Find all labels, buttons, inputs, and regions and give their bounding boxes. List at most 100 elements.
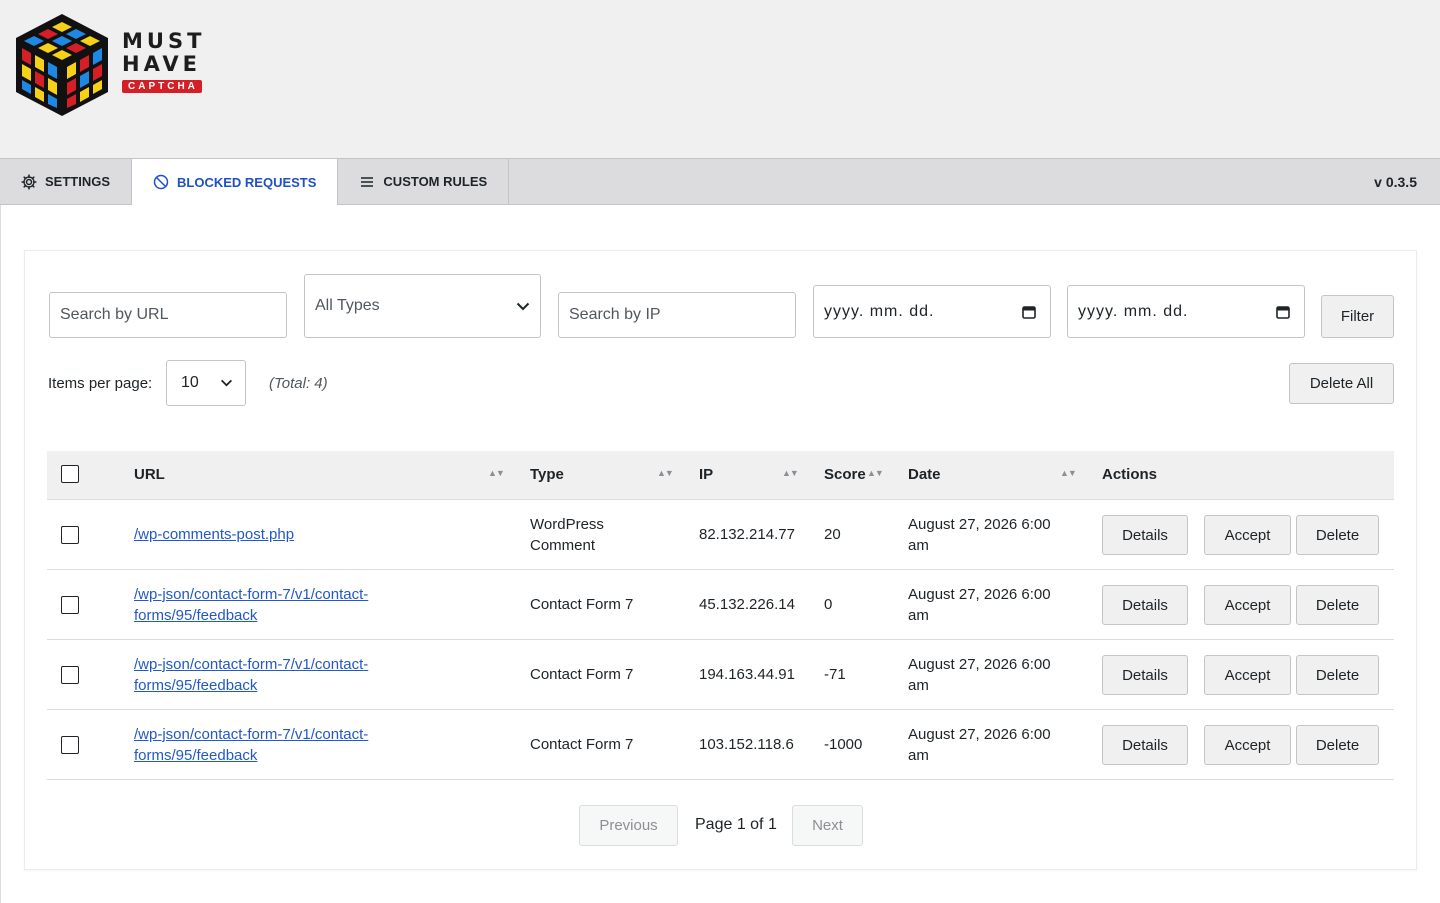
delete-all-button[interactable]: Delete All: [1289, 363, 1394, 404]
sort-icon[interactable]: ▲▼: [488, 468, 505, 478]
url-link[interactable]: /wp-json/contact-form-7/v1/contact- form…: [134, 726, 368, 764]
date-line: August 27, 2026 6:00: [908, 586, 1051, 603]
sort-icon[interactable]: ▲▼: [657, 468, 674, 478]
items-per-page-value: 10: [181, 374, 199, 391]
column-header-date[interactable]: Date: [908, 466, 941, 483]
delete-button[interactable]: Delete: [1296, 725, 1379, 765]
url-line: /wp-json/contact-form-7/v1/contact-: [134, 656, 369, 673]
row-checkbox[interactable]: [61, 596, 79, 614]
row-checkbox[interactable]: [61, 736, 79, 754]
chevron-down-icon: [220, 379, 233, 387]
type-cell: Contact Form 7: [530, 736, 634, 753]
type-cell: Contact Form 7: [530, 666, 634, 683]
type-cell: WordPress Comment: [530, 514, 604, 556]
row-checkbox[interactable]: [61, 666, 79, 684]
type-cell: Contact Form 7: [530, 596, 634, 613]
date-to-input[interactable]: yyyy. mm. dd.: [1067, 285, 1305, 338]
gear-icon: [21, 173, 37, 190]
details-button[interactable]: Details: [1102, 585, 1188, 625]
type-select-value: All Types: [315, 297, 380, 314]
details-button[interactable]: Details: [1102, 515, 1188, 555]
row-checkbox[interactable]: [61, 526, 79, 544]
logo-badge: CAPTCHA: [122, 80, 202, 93]
url-link[interactable]: /wp-json/contact-form-7/v1/contact- form…: [134, 586, 368, 624]
calendar-icon[interactable]: [1276, 305, 1290, 319]
version-label: v 0.3.5: [1374, 174, 1417, 190]
table-row: /wp-json/contact-form-7/v1/contact- form…: [47, 570, 1394, 640]
type-line: WordPress: [530, 516, 604, 533]
date-line: August 27, 2026 6:00: [908, 726, 1051, 743]
calendar-icon[interactable]: [1022, 305, 1036, 319]
items-per-page-label: Items per page:: [48, 375, 153, 392]
column-header-score[interactable]: Score: [824, 466, 866, 483]
tab-blocked-requests[interactable]: Blocked Requests: [132, 159, 339, 205]
tab-blocked-requests-label: Blocked Requests: [177, 174, 317, 190]
url-link[interactable]: /wp-comments-post.php: [134, 526, 294, 543]
accept-button[interactable]: Accept: [1204, 515, 1291, 555]
page-indicator: Page 1 of 1: [695, 816, 777, 833]
score-cell: 20: [824, 526, 841, 543]
tab-settings-label: Settings: [45, 174, 111, 189]
ip-cell: 82.132.214.77: [699, 526, 795, 543]
url-line: forms/95/feedback: [134, 607, 258, 624]
details-button[interactable]: Details: [1102, 725, 1188, 765]
url-cell: /wp-json/contact-form-7/v1/contact- form…: [134, 724, 368, 766]
details-button[interactable]: Details: [1102, 655, 1188, 695]
search-url-input[interactable]: Search by URL: [49, 292, 287, 338]
date-cell: August 27, 2026 6:00 am: [908, 654, 1051, 696]
column-header-type[interactable]: Type: [530, 466, 564, 483]
logo: MUST HAVE CAPTCHA: [14, 12, 205, 118]
column-header-ip[interactable]: IP: [699, 466, 713, 483]
score-cell: 0: [824, 596, 833, 613]
delete-button[interactable]: Delete: [1296, 515, 1379, 555]
url-link[interactable]: /wp-json/contact-form-7/v1/contact- form…: [134, 656, 368, 694]
score-cell: -71: [824, 666, 846, 683]
tab-custom-rules[interactable]: Custom Rules: [338, 159, 510, 204]
search-ip-input[interactable]: Search by IP: [558, 292, 796, 338]
cube-logo-icon: [16, 14, 108, 116]
type-select[interactable]: All Types: [304, 274, 541, 338]
header: MUST HAVE CAPTCHA: [0, 0, 1440, 158]
date-line: am: [908, 607, 929, 624]
table-row: /wp-json/contact-form-7/v1/contact- form…: [47, 640, 1394, 710]
column-header-url[interactable]: URL: [134, 466, 165, 483]
sort-icon[interactable]: ▲▼: [782, 468, 799, 478]
score-cell: -1000: [824, 736, 863, 753]
column-header-actions: Actions: [1102, 466, 1158, 483]
tab-settings[interactable]: Settings: [0, 159, 133, 204]
ip-cell: 103.152.118.6: [699, 736, 794, 753]
date-line: am: [908, 747, 929, 764]
date-cell: August 27, 2026 6:00 am: [908, 724, 1051, 766]
delete-button[interactable]: Delete: [1296, 585, 1379, 625]
url-cell: /wp-json/contact-form-7/v1/contact- form…: [134, 654, 368, 696]
search-ip-placeholder: Search by IP: [569, 306, 661, 323]
sort-icon[interactable]: ▲▼: [1060, 468, 1077, 478]
table-row: /wp-comments-post.php WordPress Comment …: [47, 500, 1394, 570]
date-from-input[interactable]: yyyy. mm. dd.: [813, 285, 1051, 338]
previous-page-button[interactable]: Previous: [579, 805, 678, 846]
sort-icon[interactable]: ▲▼: [867, 468, 884, 478]
ip-cell: 45.132.226.14: [699, 596, 795, 613]
logo-text: MUST HAVE CAPTCHA: [122, 30, 205, 94]
accept-button[interactable]: Accept: [1204, 585, 1291, 625]
accept-button[interactable]: Accept: [1204, 725, 1291, 765]
total-count: (Total: 4): [269, 375, 328, 392]
url-cell: /wp-json/contact-form-7/v1/contact- form…: [134, 584, 368, 626]
chevron-down-icon: [516, 302, 530, 310]
main-content: Search by URL All Types Search by IP yyy…: [0, 205, 1440, 903]
next-page-button[interactable]: Next: [792, 805, 863, 846]
items-per-page-select[interactable]: 10: [166, 360, 246, 406]
date-line: August 27, 2026 6:00: [908, 656, 1051, 673]
filter-button[interactable]: Filter: [1321, 295, 1394, 338]
type-line: Comment: [530, 537, 596, 554]
accept-button[interactable]: Accept: [1204, 655, 1291, 695]
blocked-requests-table: URL ▲▼ Type ▲▼ IP ▲▼ Score ▲▼ Date ▲▼ Ac…: [47, 451, 1394, 780]
logo-line-2: HAVE: [122, 52, 201, 76]
date-to-placeholder: yyyy. mm. dd.: [1078, 302, 1189, 320]
select-all-checkbox[interactable]: [61, 465, 79, 483]
blocked-requests-card: Search by URL All Types Search by IP yyy…: [24, 250, 1417, 870]
logo-line-1: MUST: [122, 29, 206, 53]
delete-button[interactable]: Delete: [1296, 655, 1379, 695]
date-line: am: [908, 537, 929, 554]
tab-bar: Settings Blocked Requests Custom Rules v…: [0, 158, 1440, 205]
